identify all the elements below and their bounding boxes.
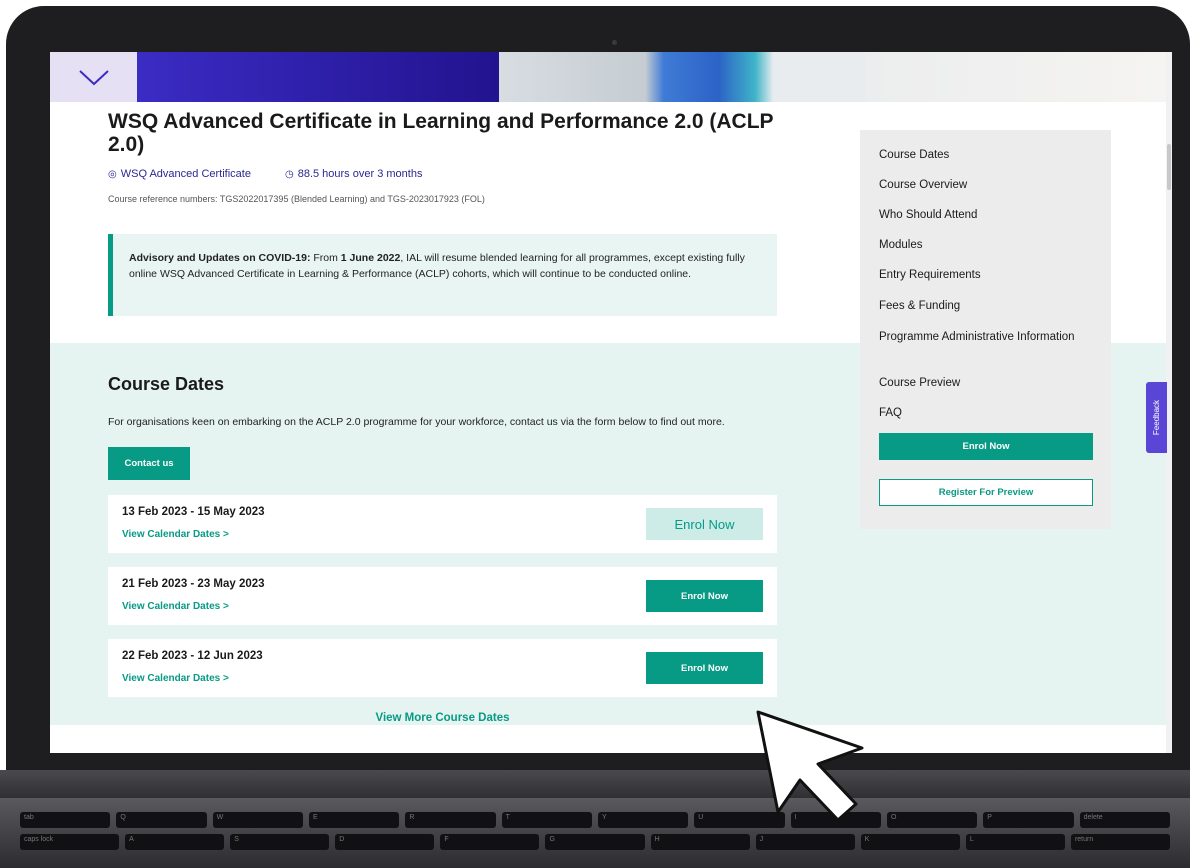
key: A [125,834,225,850]
sidebar-item-modules[interactable]: Modules [879,238,1079,253]
key: delete [1079,812,1170,828]
key: W [212,812,303,828]
hero-color-block [137,52,499,102]
sidebar-enrol-now-button[interactable]: Enrol Now [879,433,1093,460]
view-calendar-link[interactable]: View Calendar Dates > [122,529,229,540]
sidebar-nav: Course Dates Course Overview Who Should … [860,130,1111,529]
key: K [860,834,960,850]
key: E [308,812,400,828]
key: Y [597,812,689,828]
sidebar-item-course-overview[interactable]: Course Overview [879,178,1079,193]
key: F [440,834,540,850]
course-date-card: 21 Feb 2023 - 23 May 2023 View Calendar … [108,567,777,625]
key: Q [116,812,207,828]
key: G [545,834,645,850]
key: J [755,834,855,850]
view-calendar-link[interactable]: View Calendar Dates > [122,601,229,612]
advisory-text-a: From [310,252,341,264]
clock-icon: ◷ [284,169,294,180]
view-more-course-dates-link[interactable]: View More Course Dates [108,712,777,724]
certificate-icon: ◎ [108,169,117,180]
hero-banner [50,52,1172,102]
key: P [983,812,1074,828]
certificate-type: ◎ WSQ Advanced Certificate [108,168,251,180]
enrol-now-button[interactable]: Enrol Now [646,508,763,540]
key: return [1070,834,1171,850]
hero-photo-background [865,52,1172,102]
keyboard-deck: tab Q W E R T Y U I O P delete caps lock… [0,798,1190,868]
course-dates-intro: For organisations keen on embarking on t… [108,416,725,428]
view-calendar-link[interactable]: View Calendar Dates > [122,673,229,684]
browser-viewport: WSQ Advanced Certificate in Learning and… [50,52,1172,753]
sidebar-item-who-should-attend[interactable]: Who Should Attend [879,208,1079,223]
menu-toggle-button[interactable] [50,52,137,102]
sidebar-item-course-preview[interactable]: Course Preview [879,376,1079,391]
course-date-card: 22 Feb 2023 - 12 Jun 2023 View Calendar … [108,639,777,697]
hero-photo [499,52,865,102]
key: L [965,834,1065,850]
contact-us-button[interactable]: Contact us [108,447,190,480]
key: tab [20,812,111,828]
date-range: 22 Feb 2023 - 12 Jun 2023 [122,650,263,662]
page-footer-strip [50,725,1166,753]
laptop-frame: tab Q W E R T Y U I O P delete caps lock… [0,0,1190,868]
certificate-type-label: WSQ Advanced Certificate [120,168,251,180]
key: S [230,834,330,850]
keyboard-row-2: caps lock A S D F G H J K L return [0,834,1190,850]
course-dates-heading: Course Dates [108,374,225,394]
course-meta: ◎ WSQ Advanced Certificate ◷ 88.5 hours ov… [108,168,422,180]
course-reference-numbers: Course reference numbers: TGS2022017395 … [108,194,485,204]
page-title: WSQ Advanced Certificate in Learning and… [108,110,774,156]
scrollbar-thumb[interactable] [1167,144,1171,190]
advisory-heading: Advisory and Updates on COVID-19: [129,252,311,264]
sidebar-item-entry-requirements[interactable]: Entry Requirements [879,268,1079,283]
key: R [405,812,496,828]
chevron-down-icon [78,70,109,86]
key: D [335,834,435,850]
mouse-cursor-icon [756,710,864,822]
key: H [650,834,750,850]
sidebar-item-fees-funding[interactable]: Fees & Funding [879,299,1079,314]
keyboard-row-1: tab Q W E R T Y U I O P delete [0,812,1190,828]
enrol-now-button[interactable]: Enrol Now [646,652,763,684]
course-duration: ◷ 88.5 hours over 3 months [285,168,422,180]
key: T [501,812,592,828]
covid-advisory: Advisory and Updates on COVID-19: From 1… [108,234,777,316]
webcam [612,40,617,45]
course-date-card: 13 Feb 2023 - 15 May 2023 View Calendar … [108,495,777,553]
key: O [886,812,978,828]
key: caps lock [20,834,120,850]
course-duration-label: 88.5 hours over 3 months [297,168,423,180]
sidebar-item-faq[interactable]: FAQ [879,406,1079,421]
sidebar-item-course-dates[interactable]: Course Dates [879,148,1079,163]
enrol-now-button[interactable]: Enrol Now [646,580,763,612]
feedback-label: Feedback [1152,399,1162,436]
feedback-tab[interactable]: Feedback [1146,382,1167,453]
advisory-date: 1 June 2022 [340,252,401,264]
date-range: 13 Feb 2023 - 15 May 2023 [122,506,265,518]
date-range: 21 Feb 2023 - 23 May 2023 [122,578,265,590]
register-for-preview-button[interactable]: Register For Preview [879,479,1093,506]
sidebar-item-programme-admin-info[interactable]: Programme Administrative Information [879,330,1079,345]
